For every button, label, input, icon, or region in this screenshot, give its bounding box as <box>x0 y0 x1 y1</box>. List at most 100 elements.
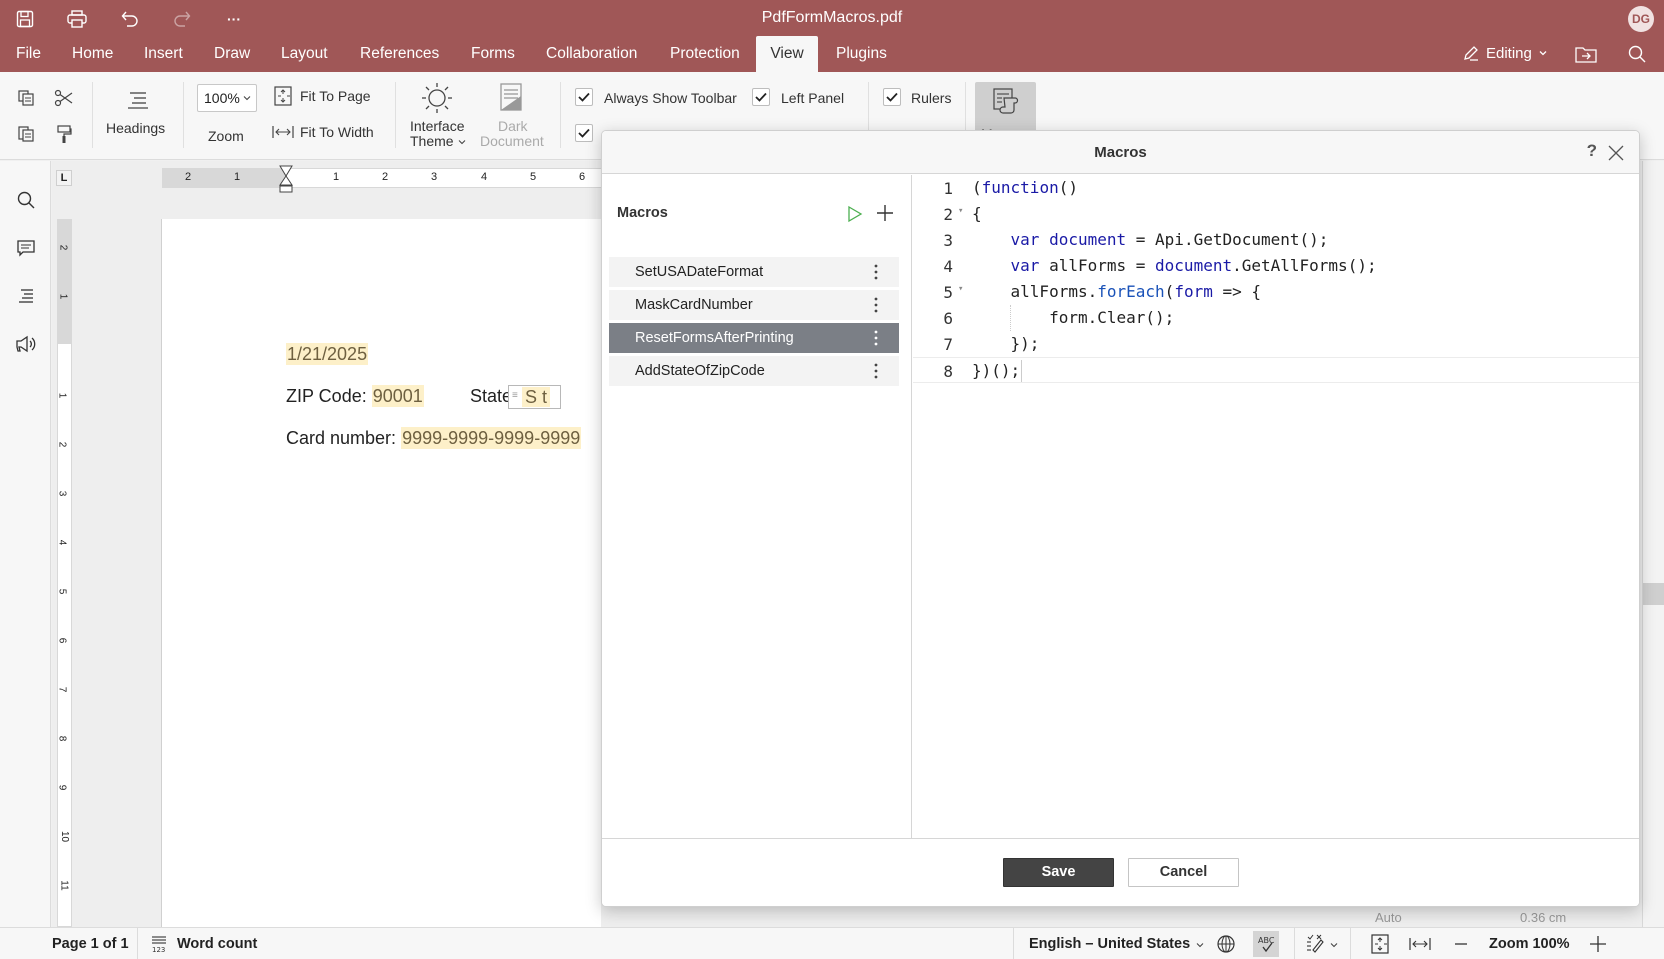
tab-stop-selector[interactable]: L <box>56 170 72 186</box>
line-number: 2 <box>943 205 953 224</box>
dark-document-label-2: Document <box>480 133 544 149</box>
always-show-toolbar-checkbox[interactable] <box>575 88 593 106</box>
comments-icon[interactable] <box>13 235 39 261</box>
navigation-icon[interactable] <box>13 283 39 309</box>
more-icon[interactable]: ··· <box>222 7 246 31</box>
zoom-select-value: 100% <box>204 90 240 106</box>
macro-item[interactable]: AddStateOfZipCode <box>609 356 899 386</box>
tab-view[interactable]: View <box>756 36 818 72</box>
print-icon[interactable] <box>65 7 89 31</box>
code-line: 5 ▾ allForms.forEach(form => { <box>913 279 1639 305</box>
left-panel-label: Left Panel <box>781 90 845 106</box>
cut-icon[interactable] <box>52 86 76 110</box>
ruler-label: 5 <box>56 588 68 595</box>
ruler-label: 1 <box>333 171 340 183</box>
cancel-button[interactable]: Cancel <box>1128 858 1239 887</box>
save-button[interactable]: Save <box>1003 858 1114 887</box>
avatar[interactable]: DG <box>1628 6 1654 32</box>
track-changes-icon[interactable] <box>1304 932 1328 956</box>
add-macro-icon[interactable] <box>875 203 895 223</box>
help-button[interactable]: ? <box>1587 141 1597 161</box>
save-icon[interactable] <box>13 7 37 31</box>
state-form-field[interactable]: ≡ S t <box>508 385 561 409</box>
spellcheck-icon[interactable]: ABC <box>1253 931 1279 957</box>
fit-to-page-button[interactable]: Fit To Page <box>272 86 382 108</box>
zoom-in-icon[interactable] <box>1586 932 1610 956</box>
tab-insert[interactable]: Insert <box>134 36 193 72</box>
pencil-icon <box>1462 44 1480 62</box>
interface-theme-label-1: Interface <box>410 118 465 134</box>
word-count-icon[interactable]: 123 <box>147 932 171 956</box>
tab-draw[interactable]: Draw <box>204 36 260 72</box>
paste-icon[interactable] <box>14 122 38 146</box>
close-icon[interactable] <box>1607 144 1625 162</box>
copy-icon[interactable] <box>14 86 38 110</box>
drag-handle-icon: ≡ <box>512 390 518 401</box>
tab-forms[interactable]: Forms <box>461 36 525 72</box>
page-info[interactable]: Page 1 of 1 <box>52 936 129 952</box>
macro-item[interactable]: SetUSADateFormat <box>609 257 899 287</box>
fit-to-page-label: Fit To Page <box>300 88 371 104</box>
vertical-ruler[interactable]: 2 1 1 2 3 4 5 6 7 8 9 10 11 <box>56 219 72 927</box>
horizontal-ruler[interactable]: 2 1 1 2 3 4 5 6 <box>162 165 602 193</box>
format-painter-icon[interactable] <box>52 122 76 146</box>
more-vertical-icon[interactable] <box>871 294 881 316</box>
search-icon[interactable] <box>13 187 39 213</box>
fold-arrow-icon[interactable]: ▾ <box>958 206 963 216</box>
speech-icon[interactable] <box>13 331 39 357</box>
indent-marker-icon[interactable] <box>279 165 293 195</box>
tab-plugins[interactable]: Plugins <box>826 36 897 72</box>
code-line: 3 var document = Api.GetDocument(); <box>913 227 1639 253</box>
zoom-level[interactable]: Zoom 100% <box>1489 936 1570 952</box>
left-panel-checkbox[interactable] <box>752 88 770 106</box>
macros-list-title: Macros <box>617 205 668 221</box>
ruler-label: 7 <box>56 686 68 693</box>
ruler-label: 3 <box>431 171 438 183</box>
status-bar-checkbox[interactable] <box>575 124 593 142</box>
fit-to-page-icon[interactable] <box>1368 932 1392 956</box>
macro-item-selected[interactable]: ResetFormsAfterPrinting <box>609 323 899 353</box>
code-line-active: 8 })(); <box>913 357 1639 383</box>
headings-button[interactable]: Headings <box>102 80 172 150</box>
fit-to-width-icon[interactable] <box>1408 932 1432 956</box>
state-label: State <box>470 386 513 406</box>
language-select[interactable]: English – United States <box>1029 936 1190 952</box>
zoom-select[interactable]: 100% <box>197 84 257 112</box>
card-number-field[interactable]: 9999-9999-9999-9999 <box>401 427 582 449</box>
interface-theme-button[interactable]: Interface Theme <box>404 80 470 154</box>
dialog-header[interactable]: Macros ? <box>602 131 1639 174</box>
search-icon[interactable] <box>1625 42 1649 66</box>
zip-code-field[interactable]: 90001 <box>371 385 424 407</box>
dark-document-icon <box>499 82 523 112</box>
tab-layout[interactable]: Layout <box>271 36 338 72</box>
more-vertical-icon[interactable] <box>871 360 881 382</box>
rulers-checkbox[interactable] <box>883 88 901 106</box>
more-vertical-icon[interactable] <box>871 327 881 349</box>
tab-home[interactable]: Home <box>62 36 123 72</box>
tab-protection[interactable]: Protection <box>660 36 750 72</box>
tab-file[interactable]: File <box>6 36 51 72</box>
tab-references[interactable]: References <box>350 36 449 72</box>
run-macro-icon[interactable] <box>846 205 864 223</box>
macro-item[interactable]: MaskCardNumber <box>609 290 899 320</box>
document-page[interactable]: 1/21/2025 ZIP Code: 90001 State Card num… <box>161 219 601 927</box>
code-editor[interactable]: 1 (function() 2 ▾ { 3 var document = Api… <box>913 175 1639 838</box>
redo-icon[interactable] <box>170 7 194 31</box>
code-line: 2 ▾ { <box>913 201 1639 227</box>
zip-code-line: ZIP Code: 90001 <box>286 385 424 407</box>
globe-icon[interactable] <box>1214 932 1238 956</box>
more-vertical-icon[interactable] <box>871 261 881 283</box>
editing-mode-dropdown[interactable]: Editing <box>1462 44 1548 62</box>
date-form-field[interactable]: 1/21/2025 <box>286 343 369 365</box>
fold-arrow-icon[interactable]: ▾ <box>958 284 963 294</box>
open-file-location-icon[interactable] <box>1574 42 1598 66</box>
editing-mode-label: Editing <box>1486 44 1532 62</box>
word-count-label[interactable]: Word count <box>177 936 257 952</box>
fit-to-width-button[interactable]: Fit To Width <box>272 122 382 144</box>
zoom-out-icon[interactable] <box>1449 932 1473 956</box>
tab-collaboration[interactable]: Collaboration <box>536 36 647 72</box>
macro-name: ResetFormsAfterPrinting <box>635 330 794 346</box>
ruler-label: 2 <box>185 171 192 183</box>
undo-icon[interactable] <box>118 7 142 31</box>
right-panel-active-item[interactable] <box>1643 583 1664 605</box>
